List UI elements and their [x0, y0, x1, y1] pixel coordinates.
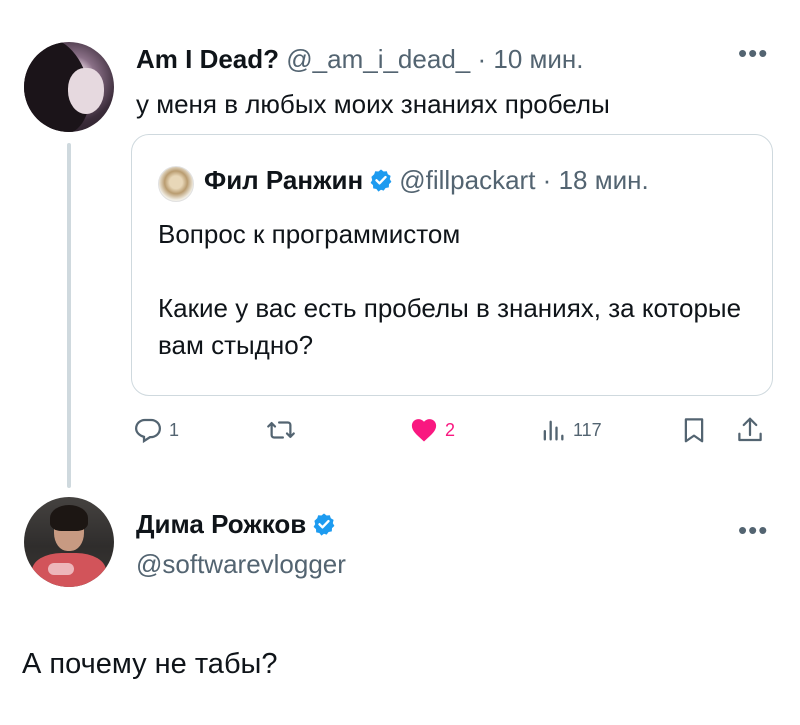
tweet-action-bar: 1 2 117 — [131, 412, 776, 448]
views-count: 117 — [573, 419, 602, 440]
display-name[interactable]: Дима Рожков — [136, 509, 306, 539]
tweet-header: Дима Рожков — [136, 508, 342, 543]
display-name[interactable]: Am I Dead? — [136, 44, 279, 74]
views-icon — [539, 415, 567, 445]
avatar[interactable] — [24, 42, 114, 132]
separator-dot: · — [542, 165, 552, 195]
timestamp[interactable]: 10 мин. — [493, 44, 583, 74]
user-handle[interactable]: @_am_i_dead_ — [286, 44, 470, 74]
quoted-text-line: Какие у вас есть пробелы в знаниях, за к… — [158, 293, 742, 360]
reply-count: 1 — [169, 419, 180, 440]
share-button[interactable] — [735, 412, 765, 448]
user-handle[interactable]: @softwarevlogger — [136, 548, 346, 580]
like-icon — [409, 415, 439, 445]
retweet-icon — [265, 415, 297, 445]
verified-badge-icon — [369, 167, 393, 199]
more-options-icon[interactable]: ••• — [738, 515, 768, 546]
quoted-tweet-header: Фил Ранжин @fillpackart · 18 мин. — [204, 164, 649, 199]
quoted-display-name[interactable]: Фил Ранжин — [204, 165, 363, 195]
retweet-button[interactable] — [265, 412, 297, 448]
like-count: 2 — [445, 419, 456, 440]
tweet-text: А почему не табы? — [22, 648, 278, 680]
reply-icon — [133, 415, 163, 445]
reply-button[interactable]: 1 — [133, 412, 179, 448]
bookmark-icon — [679, 415, 709, 445]
like-button[interactable]: 2 — [409, 412, 455, 448]
avatar[interactable] — [24, 497, 114, 587]
quoted-tweet-text: Вопрос к программистом Какие у вас есть … — [158, 216, 748, 364]
thread-connector-line — [67, 143, 71, 488]
quoted-timestamp[interactable]: 18 мин. — [559, 165, 649, 195]
tweet-header: Am I Dead? @_am_i_dead_ · 10 мин. — [136, 44, 584, 74]
quoted-handle[interactable]: @fillpackart — [399, 165, 535, 195]
bookmark-button[interactable] — [679, 412, 709, 448]
share-icon — [735, 415, 765, 445]
more-options-icon[interactable]: ••• — [738, 38, 768, 69]
verified-badge-icon — [312, 511, 336, 543]
views-button[interactable]: 117 — [539, 412, 602, 448]
quoted-text-line: Вопрос к программистом — [158, 219, 461, 249]
tweet-text: у меня в любых моих знаниях пробелы — [136, 89, 610, 119]
quoted-avatar[interactable] — [158, 166, 194, 202]
separator-dot: · — [477, 44, 487, 74]
